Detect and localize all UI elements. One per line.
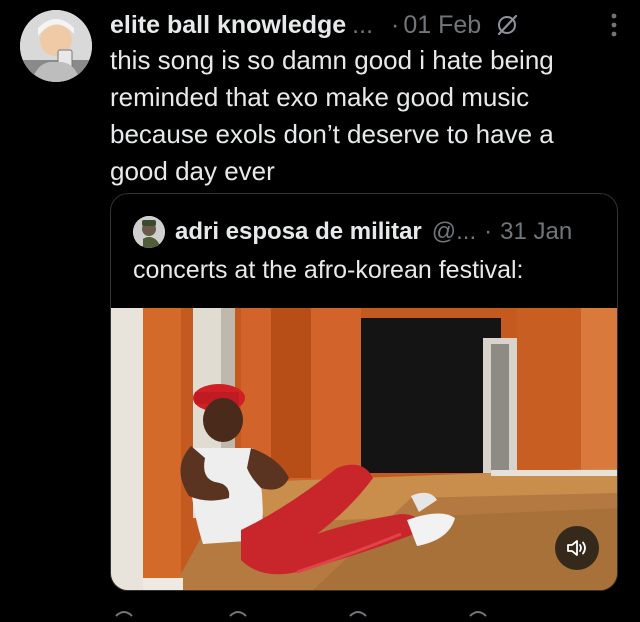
tweet-author-avatar[interactable] — [20, 10, 92, 82]
video-frame — [111, 308, 617, 590]
tweet-date[interactable]: 01 Feb — [403, 11, 481, 40]
quote-separator: · — [484, 218, 493, 245]
tweet-author-name[interactable]: elite ball knowledge — [110, 11, 346, 40]
sound-toggle-button[interactable] — [555, 526, 599, 570]
quote-author-avatar[interactable] — [133, 216, 165, 248]
more-vertical-icon[interactable] — [610, 12, 618, 38]
quote-date[interactable]: 31 Jan — [500, 218, 572, 246]
tweet-action-bar — [110, 604, 618, 617]
tweet-header: elite ball knowledge ... · 01 Feb — [110, 8, 618, 42]
quote-author-name[interactable]: adri esposa de militar — [175, 218, 422, 246]
avatar-photo — [20, 10, 92, 82]
quote-video[interactable] — [111, 308, 617, 590]
grok-icon[interactable] — [495, 13, 519, 37]
quote-avatar-photo — [133, 216, 165, 248]
tweet-text: this song is so damn good i hate being r… — [110, 45, 554, 186]
speaker-icon — [567, 540, 586, 556]
header-separator: · — [391, 10, 400, 39]
author-truncation: ... — [352, 10, 374, 39]
quote-header: adri esposa de militar @... · 31 Jan — [133, 216, 607, 248]
quote-tweet-card[interactable]: adri esposa de militar @... · 31 Jan con… — [110, 193, 618, 591]
quote-author-handle[interactable]: @... — [432, 218, 476, 246]
quote-text: concerts at the afro-korean festival: — [133, 256, 524, 284]
